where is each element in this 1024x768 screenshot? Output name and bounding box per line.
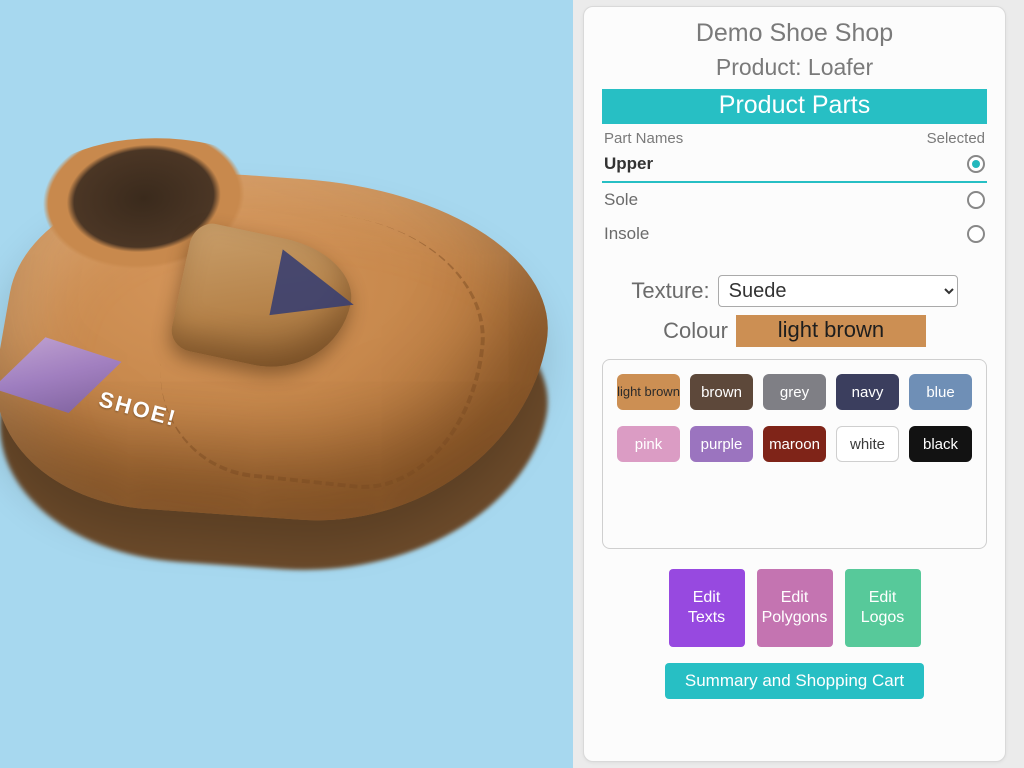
colour-swatch-box: light brown brown grey navy blue pink purplem… xyxy=(602,359,987,549)
part-label: Upper xyxy=(604,154,653,174)
summary-cart-button[interactable]: Summary and Shopping Cart xyxy=(665,663,924,699)
part-label: Insole xyxy=(604,224,649,244)
part-row-insole[interactable]: Insole xyxy=(602,217,987,251)
swatch-row-2: pink purple maroon white black xyxy=(617,426,972,462)
colour-swatch-blue[interactable]: blue xyxy=(909,374,972,410)
colour-swatch-brown[interactable]: brown xyxy=(690,374,753,410)
edit-button-edit-polygons[interactable]: Edit Polygons xyxy=(757,569,833,647)
colour-label: Colour xyxy=(663,318,728,344)
edit-buttons-row: Edit TextsEdit PolygonsEdit Logos xyxy=(602,569,987,647)
part-radio-upper[interactable] xyxy=(967,155,985,173)
parts-col-name: Part Names xyxy=(604,130,683,147)
colour-current-chip: light brown xyxy=(736,315,926,347)
colour-swatch-black[interactable]: black xyxy=(909,426,972,462)
colour-swatch-maroon[interactable]: maroon xyxy=(763,426,826,462)
section-title-bar: Product Parts xyxy=(602,89,987,124)
shoe-model[interactable]: SHOE! xyxy=(0,108,573,633)
texture-label: Texture: xyxy=(631,278,709,304)
colour-swatch-pink[interactable]: pink xyxy=(617,426,680,462)
config-panel: Demo Shoe Shop Product: Loafer Product P… xyxy=(583,6,1006,762)
colour-swatch-purple[interactable]: purple xyxy=(690,426,753,462)
colour-swatch-light-brown[interactable]: light brown xyxy=(617,374,680,410)
colour-swatch-grey[interactable]: grey xyxy=(763,374,826,410)
part-label: Sole xyxy=(604,190,638,210)
edit-button-edit-texts[interactable]: Edit Texts xyxy=(669,569,745,647)
part-row-sole[interactable]: Sole xyxy=(602,183,987,217)
shop-title: Demo Shoe Shop xyxy=(602,19,987,48)
swatch-row-1: light brown brown grey navy blue xyxy=(617,374,972,410)
part-row-upper[interactable]: Upper xyxy=(602,147,987,183)
config-panel-wrap: Demo Shoe Shop Product: Loafer Product P… xyxy=(573,0,1024,768)
part-radio-insole[interactable] xyxy=(967,225,985,243)
texture-field: Texture: Suede xyxy=(602,275,987,307)
texture-select[interactable]: Suede xyxy=(718,275,958,307)
product-3d-viewport[interactable]: SHOE! xyxy=(0,0,573,768)
colour-field: Colour light brown xyxy=(602,315,987,347)
product-title: Product: Loafer xyxy=(602,54,987,81)
part-radio-sole[interactable] xyxy=(967,191,985,209)
edit-button-edit-logos[interactable]: Edit Logos xyxy=(845,569,921,647)
parts-col-selected: Selected xyxy=(927,130,985,147)
colour-swatch-white[interactable]: white xyxy=(836,426,899,462)
parts-table-header: Part Names Selected xyxy=(602,130,987,147)
colour-swatch-navy[interactable]: navy xyxy=(836,374,899,410)
